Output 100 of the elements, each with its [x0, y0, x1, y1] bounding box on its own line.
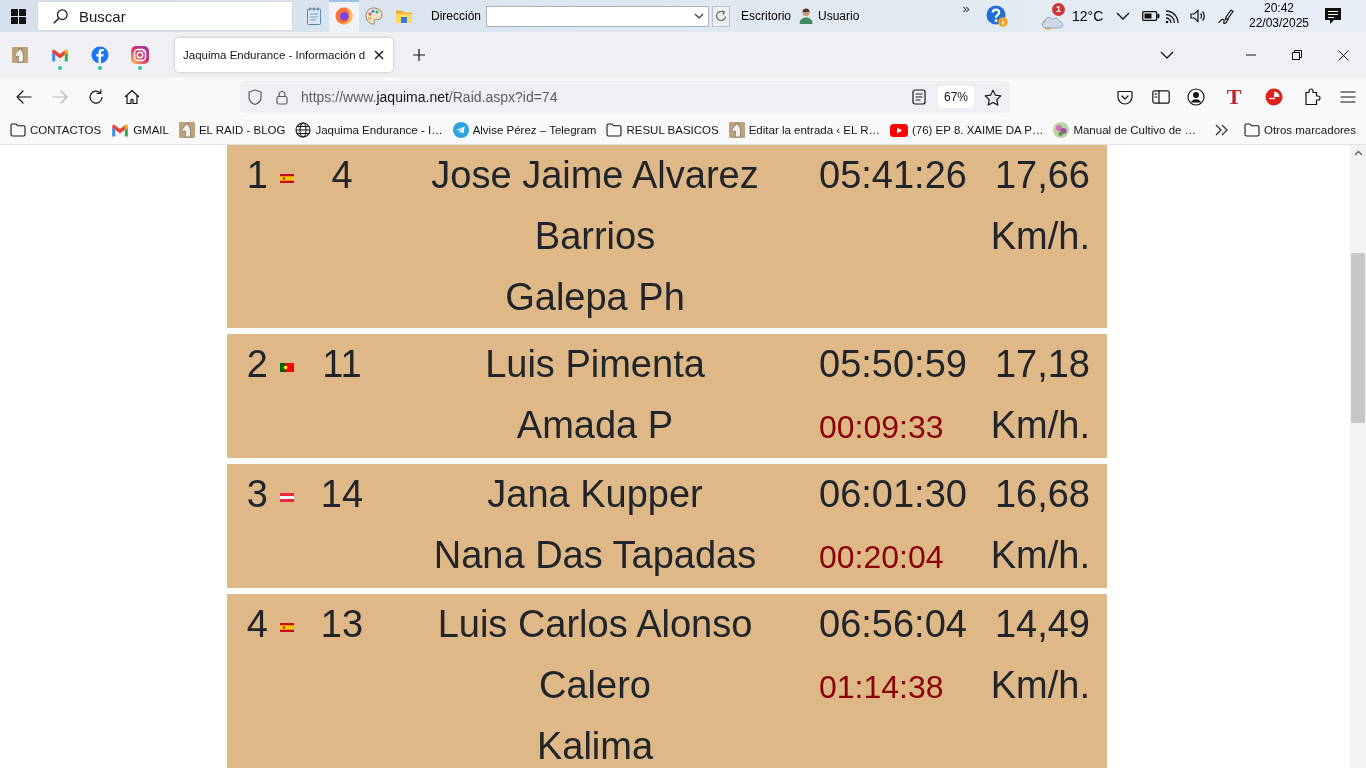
- speed-unit: Km/h.: [990, 534, 1090, 576]
- clock-date[interactable]: 22/03/2025: [1248, 16, 1310, 31]
- time-gap: 00:09:33: [819, 409, 944, 445]
- reader-view-icon[interactable]: [911, 89, 926, 105]
- bookmark-item[interactable]: Manual de Cultivo de …: [1049, 118, 1201, 142]
- horse-name: Galepa Ph: [505, 276, 685, 318]
- rank-text: 3: [246, 473, 268, 515]
- horse-name: Kalima: [536, 725, 654, 767]
- chevron-down-icon[interactable]: [1160, 51, 1174, 59]
- search-field[interactable]: Buscar: [37, 1, 293, 31]
- spain-flag-icon: [280, 622, 294, 632]
- horse-name: Nana Das Tapadas: [433, 534, 757, 576]
- bookmark-item[interactable]: Alvise Pérez – Telegram: [448, 118, 601, 142]
- folder-icon: [1243, 123, 1260, 137]
- pen-icon[interactable]: [1216, 8, 1234, 24]
- bib-number: 14: [320, 473, 364, 515]
- horse-head-icon: [178, 122, 195, 138]
- close-icon[interactable]: [374, 50, 385, 60]
- spain-flag-icon: [280, 173, 294, 183]
- time-gap: 01:14:38: [819, 669, 944, 705]
- facebook-icon[interactable]: [91, 46, 109, 64]
- horse-head-icon[interactable]: [12, 47, 28, 63]
- chevron-icon[interactable]: [1116, 12, 1130, 20]
- rank-text: 4: [246, 603, 268, 645]
- speed-unit: Km/h.: [990, 664, 1090, 706]
- ride-time: 05:50:59: [819, 343, 967, 385]
- horse-name: Amada P: [516, 404, 674, 446]
- bookmark-item[interactable]: Editar la entrada ‹ EL R…: [724, 118, 884, 142]
- zoom-level-button[interactable]: 67%: [937, 86, 974, 108]
- ride-time: 06:01:30: [819, 473, 967, 515]
- menu-icon[interactable]: [1340, 91, 1356, 103]
- toolbar-label: Dirección: [431, 9, 481, 23]
- average-speed: 17,18: [994, 343, 1090, 385]
- refresh-button[interactable]: [712, 5, 730, 27]
- taskbar-app-button[interactable]: [329, 0, 359, 32]
- message-icon[interactable]: [1324, 7, 1342, 25]
- portugal-flag-icon: [280, 362, 294, 372]
- ride-time: 06:56:04: [819, 603, 967, 645]
- clock-time[interactable]: 20:42: [1264, 1, 1294, 16]
- reload-icon[interactable]: [88, 89, 104, 105]
- camera-icon[interactable]: [131, 46, 149, 64]
- back-arrow-icon[interactable]: [16, 90, 32, 104]
- play-button-icon: [889, 123, 908, 137]
- bib-number: 4: [331, 154, 353, 196]
- paper-plane-icon: [452, 122, 469, 138]
- search-input[interactable]: Buscar: [79, 5, 269, 27]
- user-toolbar-button[interactable]: Usuario: [799, 8, 860, 24]
- shield-icon[interactable]: [248, 89, 262, 105]
- bib-number: 13: [320, 603, 364, 645]
- rider-name: Luis Carlos Alonso Calero: [437, 603, 753, 706]
- overflow-chevron-button[interactable]: »: [956, 2, 976, 16]
- bib-number: 11: [322, 343, 362, 385]
- restore-icon[interactable]: [1292, 50, 1302, 60]
- puzzle-piece-icon[interactable]: [1303, 88, 1321, 106]
- dropdown-caret-icon[interactable]: [694, 13, 704, 19]
- mail-icon: [111, 122, 130, 138]
- notification-badge: 1: [1052, 3, 1065, 16]
- mail-icon[interactable]: [51, 47, 69, 63]
- other-bookmarks-button[interactable]: Otros marcadores: [1239, 118, 1360, 142]
- help-icon[interactable]: [986, 5, 1008, 27]
- rider-name: Jana Kupper: [487, 473, 703, 515]
- folder-icon: [606, 123, 623, 137]
- account-icon[interactable]: [1187, 88, 1205, 106]
- desktop-toolbar-button[interactable]: Escritorio: [741, 9, 792, 23]
- bookmark-item[interactable]: GMAIL: [107, 118, 173, 142]
- double-chevron-icon[interactable]: [1213, 123, 1228, 137]
- battery-icon[interactable]: [1142, 10, 1160, 22]
- flower-icon: [1053, 122, 1070, 138]
- rider-name: Luis Pimenta: [485, 343, 705, 385]
- bookmark-item[interactable]: CONTACTOS: [6, 118, 106, 142]
- temperature-text[interactable]: 12°C: [1066, 8, 1106, 24]
- sidebar-icon[interactable]: [1151, 90, 1170, 104]
- extension-button[interactable]: T: [1226, 86, 1242, 108]
- scrollbar-thumb[interactable]: [1351, 253, 1365, 423]
- bookmark-item[interactable]: Jaquima Endurance - I…: [291, 118, 447, 142]
- lock-icon[interactable]: [276, 89, 288, 105]
- horse-head-icon: [728, 122, 745, 138]
- volume-icon[interactable]: [1189, 9, 1205, 23]
- close-icon[interactable]: [1337, 49, 1349, 61]
- bookmark-item[interactable]: (76) EP 8. XAIME DA P…: [885, 118, 1048, 142]
- bookmark-item[interactable]: EL RAID - BLOG: [174, 118, 290, 142]
- time-gap: 00:20:04: [819, 539, 944, 575]
- windows-logo-icon[interactable]: [11, 8, 26, 24]
- user-icon: [799, 8, 814, 24]
- shield-chevron-icon[interactable]: [1117, 89, 1133, 105]
- browser-icon: [335, 7, 353, 25]
- scrollbar-track[interactable]: [1350, 145, 1366, 768]
- address-bar[interactable]: https://www.jaquima.net/Raid.aspx?id=74 67%: [240, 81, 1010, 113]
- ride-time: 05:41:26: [819, 154, 967, 196]
- disc-icon[interactable]: [1265, 88, 1283, 106]
- bookmark-star-icon[interactable]: [984, 88, 1002, 106]
- wifi-icon[interactable]: [1165, 8, 1181, 24]
- bookmark-item[interactable]: RESUL BASICOS: [602, 118, 723, 142]
- rank-text: 2: [246, 343, 268, 385]
- speed-unit: Km/h.: [990, 404, 1090, 446]
- browser-tab[interactable]: Jaquima Endurance - Información d: [175, 38, 394, 72]
- average-speed: 17,66: [994, 154, 1090, 196]
- home-icon[interactable]: [124, 89, 140, 105]
- rider-name: Jose Jaime Alvarez Barrios: [431, 154, 759, 257]
- plus-icon[interactable]: [412, 48, 427, 62]
